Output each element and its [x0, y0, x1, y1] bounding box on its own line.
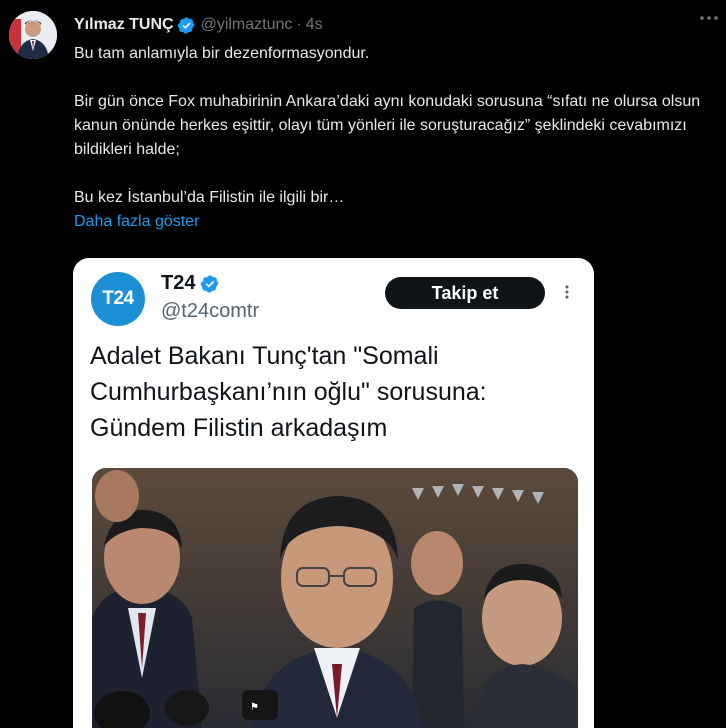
- author-handle[interactable]: @yilmaztunc: [201, 16, 293, 34]
- more-icon[interactable]: [698, 14, 720, 22]
- card-handle: @t24comtr: [161, 300, 260, 322]
- tweet-header: Yılmaz TUNÇ @yilmaztunc · 4s: [74, 14, 714, 36]
- tweet-paragraph: Bu tam anlamıyla bir dezenformasyondur.: [74, 45, 370, 62]
- tweet-body: Yılmaz TUNÇ @yilmaztunc · 4s Bu tam anla…: [74, 14, 714, 234]
- card-headline: Adalet Bakanı Tunç'tan "Somali Cumhurbaş…: [90, 342, 487, 442]
- show-more-link[interactable]: Daha fazla göster: [74, 210, 199, 234]
- vertical-more-icon: [565, 285, 569, 299]
- card-display-name: T24: [161, 272, 220, 295]
- tweet-paragraph: Bir gün önce Fox muhabirinin Ankara’daki…: [74, 93, 701, 158]
- svg-text:⚑: ⚑: [250, 702, 259, 713]
- avatar[interactable]: [9, 11, 57, 59]
- timestamp[interactable]: 4s: [306, 16, 323, 34]
- verified-badge-icon: [201, 274, 220, 293]
- t24-logo: T24: [91, 272, 145, 326]
- news-photo: ⚑: [92, 468, 578, 728]
- quoted-tweet-image[interactable]: T24 T24 @t24comtr Takip et Adalet Bakanı…: [73, 258, 594, 728]
- verified-badge-icon[interactable]: [177, 16, 196, 35]
- author-display-name[interactable]: Yılmaz TUNÇ: [74, 16, 174, 34]
- separator-dot: ·: [296, 16, 302, 33]
- follow-button: Takip et: [385, 277, 545, 309]
- card-name-text: T24: [161, 272, 196, 294]
- tweet-text: Bu tam anlamıyla bir dezenformasyondur. …: [74, 42, 726, 210]
- tweet-paragraph: Bu kez İstanbul’da Filistin ile ilgili b…: [74, 189, 345, 206]
